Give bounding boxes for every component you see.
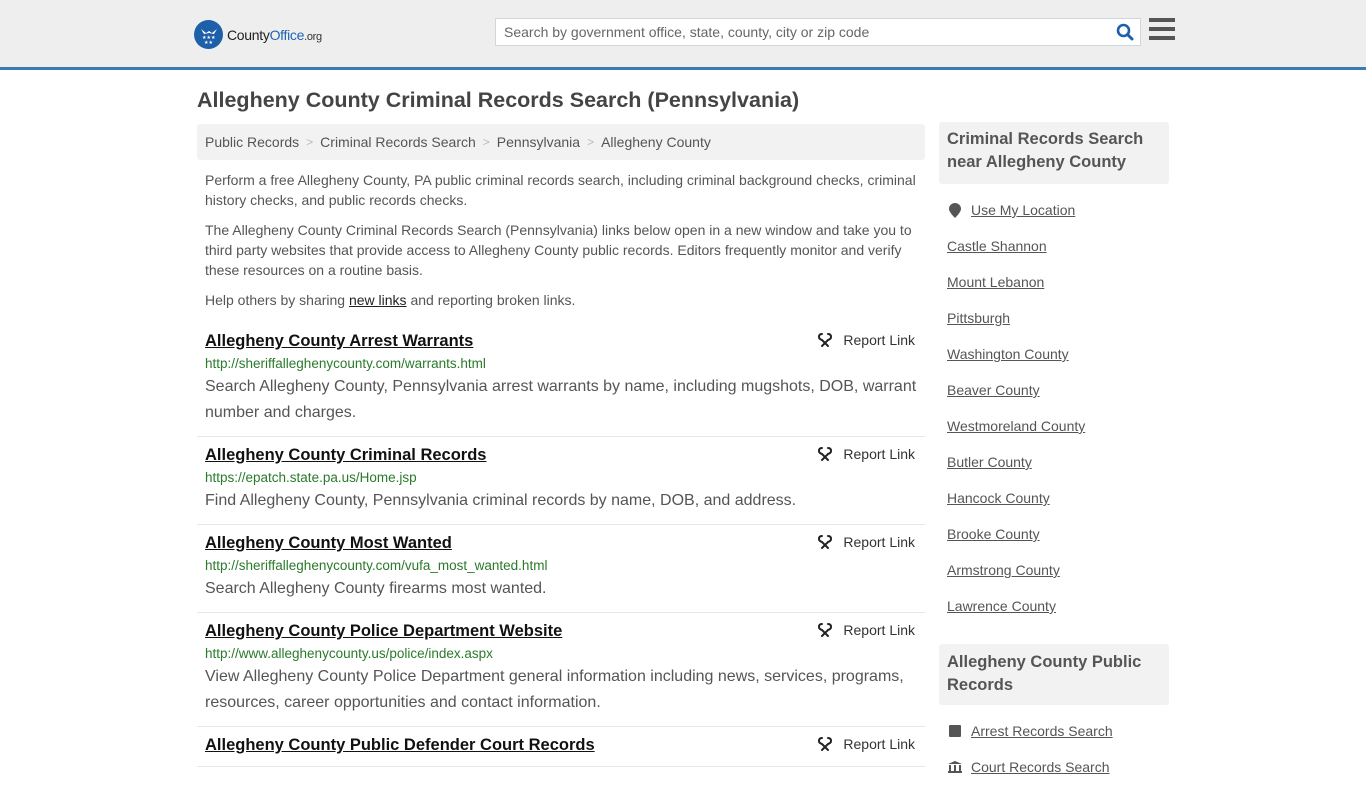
search-input[interactable] — [496, 19, 1110, 45]
result-url: http://www.alleghenycounty.us/police/ind… — [205, 646, 493, 661]
nearby-link[interactable]: Brooke County — [947, 526, 1040, 542]
broken-link-icon — [818, 535, 833, 549]
nearby-link[interactable]: Pittsburgh — [947, 310, 1010, 326]
result-title-link[interactable]: Allegheny County Criminal Records — [205, 444, 917, 466]
nearby-item[interactable]: Butler County — [947, 444, 1169, 480]
nearby-item[interactable]: Armstrong County — [947, 552, 1169, 588]
result-url: http://sheriffalleghenycounty.com/vufa_m… — [205, 558, 548, 573]
intro-help-paragraph: Help others by sharing new links and rep… — [205, 292, 576, 308]
nearby-link[interactable]: Lawrence County — [947, 598, 1056, 614]
nearby-heading-box: Criminal Records Search near Allegheny C… — [939, 122, 1169, 184]
nearby-item[interactable]: Hancock County — [947, 480, 1169, 516]
nearby-link[interactable]: Armstrong County — [947, 562, 1060, 578]
breadcrumb-separator: > — [587, 135, 595, 149]
public-records-item[interactable]: Arrest Records Search — [947, 713, 1169, 749]
broken-link-icon — [818, 447, 833, 461]
square-icon — [947, 725, 963, 737]
report-link-button[interactable]: Report Link — [817, 534, 915, 550]
search-button[interactable] — [1110, 19, 1140, 45]
result-title-link[interactable]: Allegheny County Public Defender Court R… — [205, 734, 917, 756]
nearby-item[interactable]: Brooke County — [947, 516, 1169, 552]
nearby-list: Use My Location Castle Shannon Mount Leb… — [947, 192, 1169, 624]
result-item: Allegheny County Public Defender Court R… — [197, 727, 925, 767]
breadcrumb-separator: > — [306, 135, 314, 149]
menu-bar — [1149, 36, 1175, 40]
public-records-link[interactable]: Arrest Records Search — [971, 723, 1113, 739]
use-my-location-item[interactable]: Use My Location — [947, 192, 1169, 228]
report-link-button[interactable]: Report Link — [817, 332, 915, 348]
result-item: Allegheny County Police Department Websi… — [197, 613, 925, 727]
result-description: View Allegheny County Police Department … — [205, 668, 904, 711]
nearby-item[interactable]: Westmoreland County — [947, 408, 1169, 444]
report-link-button[interactable]: Report Link — [817, 446, 915, 462]
public-records-item[interactable]: Court Records Search — [947, 749, 1169, 785]
eagle-logo-icon: ★★★ ★★ — [194, 20, 223, 49]
nearby-link[interactable]: Westmoreland County — [947, 418, 1085, 434]
results-list: Allegheny County Arrest Warrants http://… — [197, 323, 925, 767]
nearby-item[interactable]: Pittsburgh — [947, 300, 1169, 336]
result-item: Allegheny County Arrest Warrants http://… — [197, 323, 925, 437]
nearby-item[interactable]: Beaver County — [947, 372, 1169, 408]
result-title-link[interactable]: Allegheny County Most Wanted — [205, 532, 917, 554]
nearby-link[interactable]: Castle Shannon — [947, 238, 1047, 254]
result-title-link[interactable]: Allegheny County Arrest Warrants — [205, 330, 917, 352]
result-url: http://sheriffalleghenycounty.com/warran… — [205, 356, 486, 371]
broken-link-icon — [818, 623, 833, 637]
result-description: Find Allegheny County, Pennsylvania crim… — [205, 492, 797, 509]
result-url: https://epatch.state.pa.us/Home.jsp — [205, 470, 417, 485]
svg-text:★★: ★★ — [204, 40, 213, 45]
map-pin-icon — [947, 202, 963, 218]
nearby-link[interactable]: Washington County — [947, 346, 1069, 362]
broken-link-icon — [818, 737, 833, 751]
nearby-item[interactable]: Castle Shannon — [947, 228, 1169, 264]
intro-paragraph: The Allegheny County Criminal Records Se… — [205, 222, 912, 278]
nearby-link[interactable]: Hancock County — [947, 490, 1050, 506]
logo-wordmark: CountyOffice.org — [227, 26, 322, 43]
breadcrumb-criminal-records-search[interactable]: Criminal Records Search — [320, 134, 476, 150]
report-link-button[interactable]: Report Link — [817, 736, 915, 752]
nearby-item[interactable]: Lawrence County — [947, 588, 1169, 624]
broken-link-icon — [818, 333, 833, 347]
new-links-link[interactable]: new links — [349, 292, 407, 308]
result-description: Search Allegheny County firearms most wa… — [205, 580, 547, 597]
courthouse-icon — [947, 761, 963, 773]
nearby-item[interactable]: Washington County — [947, 336, 1169, 372]
nearby-link[interactable]: Butler County — [947, 454, 1032, 470]
site-logo[interactable]: ★★★ ★★ CountyOffice.org — [194, 20, 322, 49]
site-header: ★★★ ★★ CountyOffice.org — [0, 0, 1366, 70]
breadcrumb-public-records[interactable]: Public Records — [205, 134, 299, 150]
public-records-heading-box: Allegheny County Public Records — [939, 644, 1169, 705]
menu-bar — [1149, 18, 1175, 22]
breadcrumb: Public Records > Criminal Records Search… — [197, 124, 925, 160]
breadcrumb-pennsylvania[interactable]: Pennsylvania — [497, 134, 580, 150]
result-item: Allegheny County Criminal Records https:… — [197, 437, 925, 525]
intro-paragraph: Perform a free Allegheny County, PA publ… — [205, 172, 916, 208]
public-records-list: Arrest Records Search Court Records Sear… — [947, 713, 1169, 785]
breadcrumb-allegheny-county[interactable]: Allegheny County — [601, 134, 711, 150]
public-records-link[interactable]: Court Records Search — [971, 759, 1110, 775]
hamburger-menu-icon[interactable] — [1149, 18, 1175, 42]
page-title: Allegheny County Criminal Records Search… — [197, 88, 800, 112]
intro-text: Perform a free Allegheny County, PA publ… — [205, 170, 925, 320]
nearby-item[interactable]: Mount Lebanon — [947, 264, 1169, 300]
nearby-heading: Criminal Records Search near Allegheny C… — [947, 130, 1144, 171]
result-title-link[interactable]: Allegheny County Police Department Websi… — [205, 620, 917, 642]
menu-bar — [1149, 27, 1175, 31]
search-bar — [495, 18, 1141, 46]
public-records-heading: Allegheny County Public Records — [947, 653, 1142, 694]
search-icon — [1116, 23, 1134, 41]
breadcrumb-separator: > — [482, 135, 490, 149]
result-description: Search Allegheny County, Pennsylvania ar… — [205, 378, 917, 421]
report-link-button[interactable]: Report Link — [817, 622, 915, 638]
nearby-link[interactable]: Beaver County — [947, 382, 1040, 398]
nearby-link[interactable]: Mount Lebanon — [947, 274, 1044, 290]
result-item: Allegheny County Most Wanted http://sher… — [197, 525, 925, 613]
use-my-location-link[interactable]: Use My Location — [971, 202, 1075, 218]
